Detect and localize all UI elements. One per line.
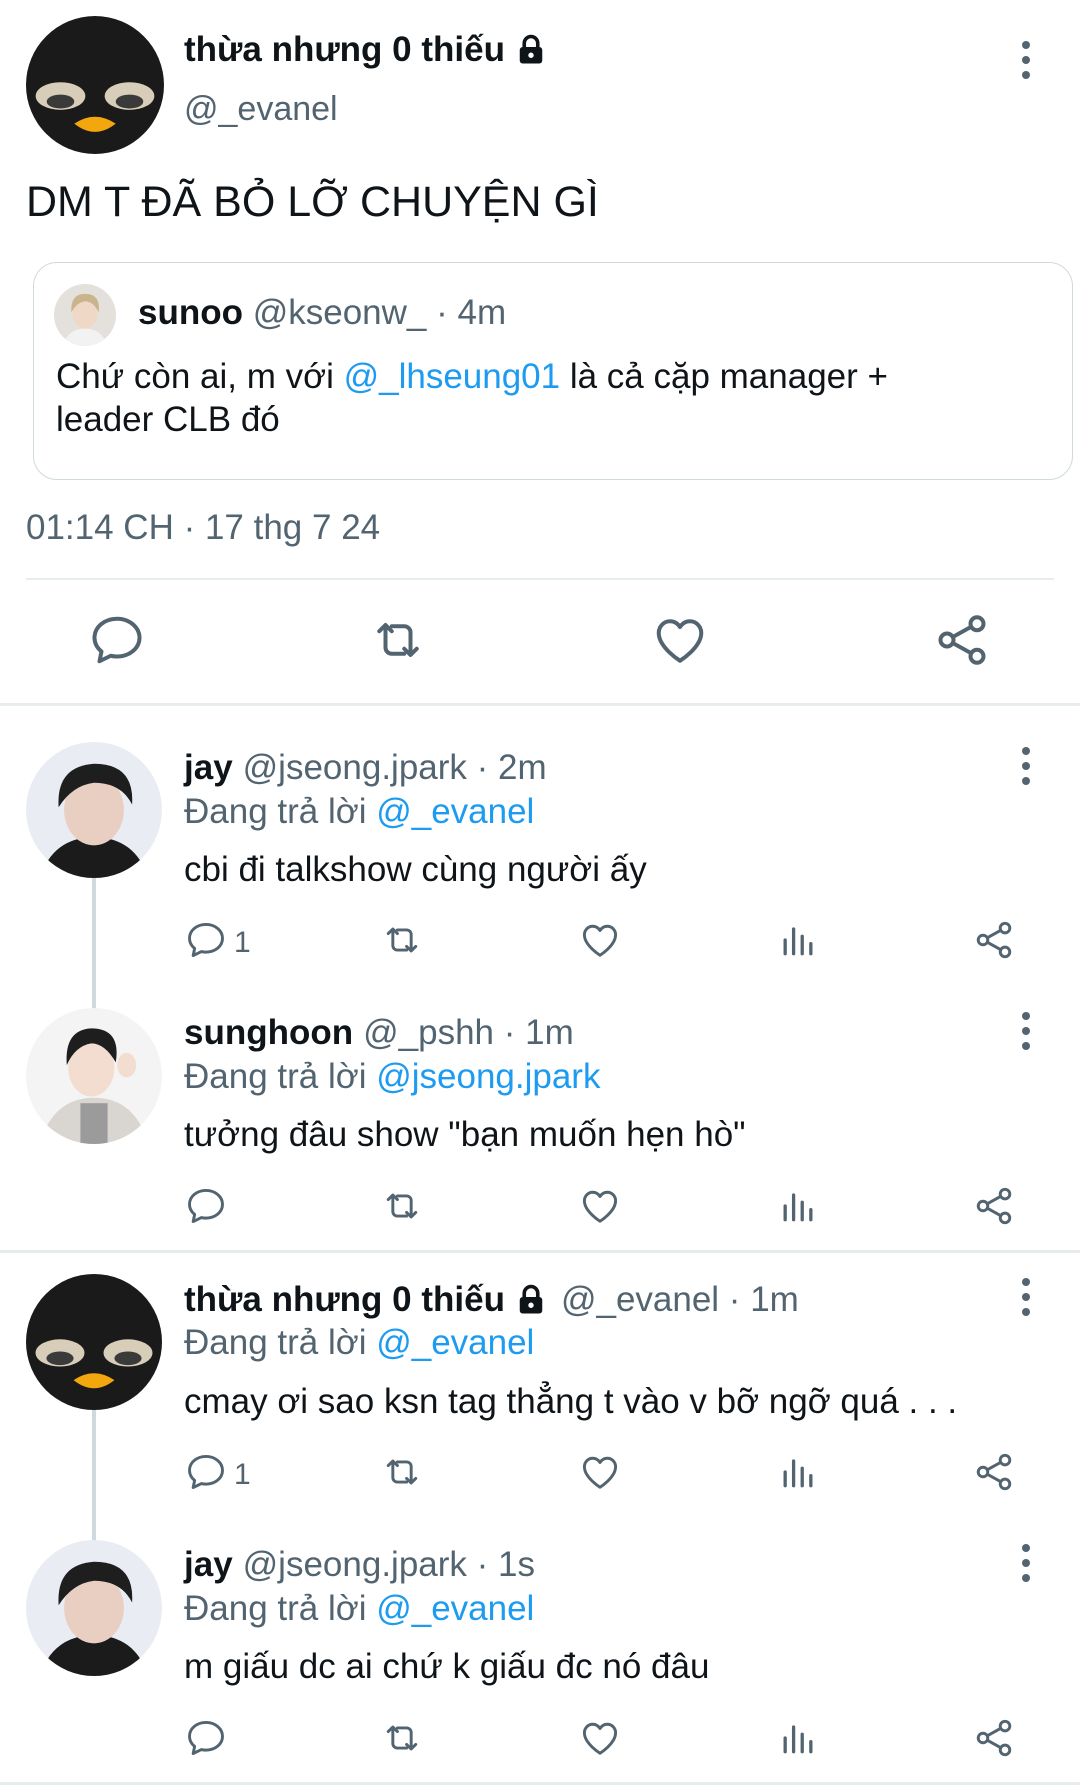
retweet-icon[interactable] — [368, 610, 428, 670]
lock-icon — [513, 32, 549, 68]
replying-to: Đang trả lời @_evanel — [184, 1589, 535, 1628]
divider — [0, 1250, 1080, 1253]
user-handle[interactable]: @_evanel — [184, 90, 338, 129]
replying-to: Đang trả lời @_evanel — [184, 1323, 535, 1362]
mention-link[interactable]: @_evanel — [376, 1323, 534, 1362]
views-icon[interactable] — [776, 1184, 824, 1232]
reply-header: jay @jseong.jpark · 1s — [184, 1545, 535, 1584]
avatar[interactable] — [26, 1540, 162, 1676]
reply-icon[interactable] — [184, 1716, 232, 1764]
retweet-icon[interactable] — [380, 1184, 428, 1232]
reply-text: m giấu dc ai chứ k giấu đc nó đâu — [184, 1647, 710, 1686]
reply-icon[interactable] — [87, 610, 147, 670]
reply-text: cbi đi talkshow cùng người ấy — [184, 850, 647, 889]
reply-header: jay @jseong.jpark · 2m — [184, 748, 547, 787]
more-vertical-icon[interactable] — [1006, 30, 1046, 90]
tweet-text: DM T ĐÃ BỎ LỠ CHUYỆN GÌ — [26, 178, 599, 226]
more-vertical-icon[interactable] — [1006, 1001, 1046, 1061]
reply-count: 1 — [234, 1458, 251, 1491]
share-icon[interactable] — [972, 1184, 1020, 1232]
views-icon[interactable] — [776, 1716, 824, 1764]
reply-text: tưởng đâu show "bạn muốn hẹn hò" — [184, 1115, 746, 1154]
share-icon[interactable] — [932, 610, 992, 670]
heart-icon[interactable] — [578, 1716, 626, 1764]
mention-link[interactable]: @_evanel — [376, 1589, 534, 1628]
reply-icon[interactable] — [184, 1184, 232, 1232]
replying-to: Đang trả lời @_evanel — [184, 792, 535, 831]
reply-icon[interactable] — [184, 918, 232, 966]
share-icon[interactable] — [972, 1716, 1020, 1764]
divider — [0, 703, 1080, 706]
reply-count: 1 — [234, 926, 251, 959]
avatar[interactable] — [26, 742, 162, 878]
more-vertical-icon[interactable] — [1006, 1533, 1046, 1593]
avatar[interactable] — [26, 1274, 162, 1410]
heart-icon[interactable] — [578, 918, 626, 966]
replying-to: Đang trả lời @jseong.jpark — [184, 1057, 601, 1096]
reply-header: sunghoon @_pshh · 1m — [184, 1013, 574, 1052]
views-icon[interactable] — [776, 918, 824, 966]
more-vertical-icon[interactable] — [1006, 1267, 1046, 1327]
retweet-icon[interactable] — [380, 1716, 428, 1764]
avatar[interactable] — [26, 16, 164, 154]
heart-icon[interactable] — [650, 610, 710, 670]
divider — [0, 1782, 1080, 1785]
lock-icon — [513, 1282, 549, 1318]
avatar[interactable] — [26, 1008, 162, 1144]
heart-icon[interactable] — [578, 1184, 626, 1232]
quoted-tweet-text: Chứ còn ai, m với @_lhseung01 là cả cặp … — [56, 357, 888, 439]
reply-header: thừa nhưng 0 thiếu @_evanel · 1m — [184, 1280, 799, 1319]
tweet-timestamp[interactable]: 01:14 CH · 17 thg 7 24 — [26, 508, 380, 548]
reply-icon[interactable] — [184, 1450, 232, 1498]
mention-link[interactable]: @_lhseung01 — [344, 357, 561, 396]
heart-icon[interactable] — [578, 1450, 626, 1498]
thread-line — [92, 878, 96, 1018]
retweet-icon[interactable] — [380, 918, 428, 966]
display-name[interactable]: thừa nhưng 0 thiếu — [184, 30, 549, 70]
share-icon[interactable] — [972, 918, 1020, 966]
share-icon[interactable] — [972, 1450, 1020, 1498]
mention-link[interactable]: @jseong.jpark — [376, 1057, 600, 1096]
reply-text: cmay ơi sao ksn tag thẳng t vào v bỡ ngỡ… — [184, 1382, 958, 1421]
thread-line — [92, 1410, 96, 1550]
quoted-tweet-header: sunoo @kseonw_ · 4m — [138, 293, 507, 332]
more-vertical-icon[interactable] — [1006, 736, 1046, 796]
views-icon[interactable] — [776, 1450, 824, 1498]
mention-link[interactable]: @_evanel — [376, 792, 534, 831]
retweet-icon[interactable] — [380, 1450, 428, 1498]
divider — [26, 578, 1054, 580]
avatar — [54, 284, 116, 346]
